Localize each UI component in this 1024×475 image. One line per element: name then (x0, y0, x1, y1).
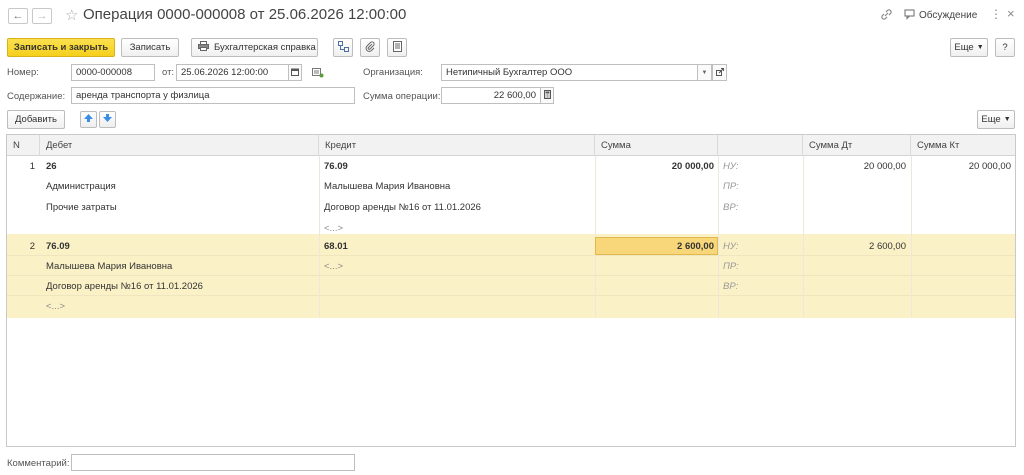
more-button[interactable]: Еще ▼ (950, 38, 988, 57)
sum-kt[interactable]: 20 000,00 (915, 161, 1011, 172)
help-button[interactable]: ? (995, 38, 1015, 57)
debit-subconto-2[interactable]: Прочие затраты (46, 202, 117, 213)
entry-sum[interactable]: 20 000,00 (599, 161, 714, 172)
content-label: Содержание: (7, 91, 66, 102)
move-up-button[interactable] (80, 111, 97, 128)
col-header-tag[interactable] (718, 135, 803, 156)
calculator-button[interactable] (540, 87, 554, 104)
number-field[interactable]: 0000-000008 (71, 64, 155, 81)
arrow-right-icon: → (36, 10, 48, 22)
link-icon[interactable] (880, 8, 893, 24)
row-divider (7, 295, 1015, 296)
credit-subconto-1[interactable]: <...> (324, 261, 343, 272)
page-title: Операция 0000-000008 от 25.06.2026 12:00… (83, 6, 407, 23)
arrow-down-icon (103, 114, 112, 125)
table-header: N Дебет Кредит Сумма Сумма Дт Сумма Кт (7, 135, 1015, 156)
discussion-icon[interactable] (904, 8, 916, 23)
calculator-icon (543, 90, 551, 101)
sum-dt[interactable]: 2 600,00 (807, 241, 906, 252)
tax-accounting-tag: НУ: (723, 161, 739, 172)
favorite-star-icon[interactable]: ☆ (65, 6, 78, 24)
structure-button[interactable] (333, 38, 353, 57)
organization-label: Организация: (363, 67, 423, 78)
comment-label: Комментарий: (7, 458, 70, 469)
column-divider (319, 156, 320, 318)
add-row-button[interactable]: Добавить (7, 110, 65, 129)
debit-subconto-3[interactable]: <...> (46, 301, 65, 312)
col-header-credit[interactable]: Кредит (319, 135, 595, 156)
debit-subconto-1[interactable]: Малышева Мария Ивановна (46, 261, 172, 272)
organization-dropdown-button[interactable]: ▼ (697, 64, 712, 81)
forward-button[interactable]: → (32, 8, 52, 24)
col-header-sum[interactable]: Сумма (595, 135, 718, 156)
operation-sum-label: Сумма операции: (363, 91, 441, 102)
open-link-icon (715, 67, 724, 78)
debit-subconto-2[interactable]: Договор аренды №16 от 11.01.2026 (46, 281, 203, 292)
discussion-button[interactable]: Обсуждение (919, 10, 977, 21)
row-number: 2 (29, 241, 35, 252)
more-label: Еще (954, 42, 974, 53)
save-and-close-button[interactable]: Записать и закрыть (7, 38, 115, 57)
dropdown-arrow-icon: ▼ (976, 44, 984, 51)
row-divider (7, 255, 1015, 256)
col-header-sum-dt[interactable]: Сумма Дт (803, 135, 911, 156)
dropdown-arrow-icon: ▼ (1003, 116, 1011, 123)
paperclip-icon (365, 40, 375, 55)
operation-sum-field[interactable]: 22 600,00 (441, 87, 541, 104)
date-field[interactable]: 25.06.2026 12:00:00 (176, 64, 289, 81)
organization-field[interactable]: Нетипичный Бухгалтер ООО (441, 64, 698, 81)
credit-subconto-3[interactable]: <...> (324, 223, 343, 234)
printer-icon (198, 41, 209, 54)
organization-open-button[interactable] (712, 64, 727, 81)
col-header-n[interactable]: N (7, 135, 40, 156)
column-divider (718, 156, 719, 318)
row-number: 1 (29, 161, 35, 172)
calendar-button[interactable] (288, 64, 302, 81)
date-label: от: (162, 67, 175, 78)
back-button[interactable]: ← (8, 8, 28, 24)
comment-field[interactable] (71, 454, 355, 471)
accounting-report-button[interactable]: Бухгалтерская справка (191, 38, 318, 57)
debit-account[interactable]: 76.09 (46, 241, 70, 252)
number-label: Номер: (7, 67, 39, 78)
entries-table[interactable]: N Дебет Кредит Сумма Сумма Дт Сумма Кт 1… (6, 134, 1016, 447)
column-divider (803, 156, 804, 318)
temporary-diff-tag: ВР: (723, 202, 739, 213)
attach-button[interactable] (360, 38, 380, 57)
document-list-button[interactable] (387, 38, 407, 57)
temporary-diff-tag: ВР: (723, 281, 739, 292)
sum-dt[interactable]: 20 000,00 (807, 161, 906, 172)
arrow-left-icon: ← (12, 10, 24, 22)
credit-subconto-1[interactable]: Малышева Мария Ивановна (324, 181, 450, 192)
save-button[interactable]: Записать (121, 38, 179, 57)
accounting-report-label: Бухгалтерская справка (214, 42, 316, 53)
debit-account[interactable]: 26 (46, 161, 57, 172)
arrow-up-icon (84, 114, 93, 125)
permanent-diff-tag: ПР: (723, 181, 739, 192)
debit-subconto-1[interactable]: Администрация (46, 181, 116, 192)
col-header-sum-kt[interactable]: Сумма Кт (911, 135, 1015, 156)
column-divider (911, 156, 912, 318)
credit-subconto-2[interactable]: Договор аренды №16 от 11.01.2026 (324, 202, 481, 213)
credit-account[interactable]: 76.09 (324, 161, 348, 172)
calendar-icon (291, 68, 299, 78)
move-down-button[interactable] (99, 111, 116, 128)
row-divider (7, 275, 1015, 276)
content-field[interactable]: аренда транспорта у физлица (71, 87, 355, 104)
numbering-settings-icon[interactable] (312, 68, 324, 81)
dropdown-arrow-icon: ▼ (701, 69, 708, 76)
credit-account[interactable]: 68.01 (324, 241, 348, 252)
table-more-button[interactable]: Еще ▼ (977, 110, 1015, 129)
document-list-icon (392, 40, 402, 55)
structure-icon (337, 40, 349, 55)
close-icon[interactable]: × (1007, 6, 1015, 21)
tax-accounting-tag: НУ: (723, 241, 739, 252)
more-vertical-icon[interactable]: ⋮ (990, 7, 1002, 21)
table-more-label: Еще (981, 114, 1001, 125)
permanent-diff-tag: ПР: (723, 261, 739, 272)
col-header-debit[interactable]: Дебет (40, 135, 319, 156)
entry-sum[interactable]: 2 600,00 (599, 241, 714, 252)
